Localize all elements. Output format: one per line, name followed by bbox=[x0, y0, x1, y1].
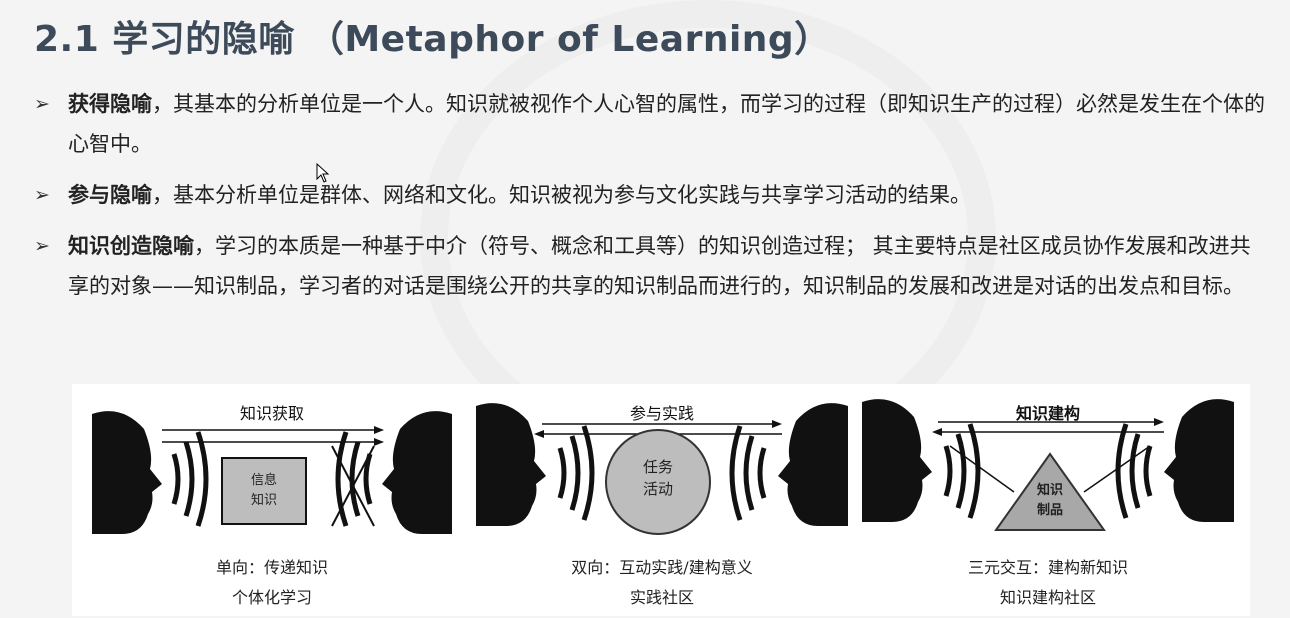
bullet-text: ，其基本的分析单位是一个人。知识就被视作个人心智的属性，而学习的过程（即知识生产… bbox=[68, 92, 1265, 156]
bullet-arrow-icon: ➢ bbox=[34, 184, 50, 206]
panel-knowledge-building: 知识建构 知识 制品 三元交互：建构新知识 知识建构社区 bbox=[858, 384, 1238, 616]
panel-caption-2: 实践社区 bbox=[629, 588, 694, 607]
bullet-knowledge-creation: ➢ 知识创造隐喻，学习的本质是一种基于中介（符号、概念和工具等）的知识创造过程；… bbox=[34, 226, 1268, 306]
panel-participation: 参与实践 任务 活动 双向：互动实践/建构意义 实践社区 bbox=[472, 384, 852, 616]
right-head-icon bbox=[382, 411, 452, 534]
triangle-label-1: 知识 bbox=[1036, 483, 1063, 498]
bullet-arrow-icon: ➢ bbox=[34, 235, 50, 257]
left-head-icon bbox=[92, 411, 162, 534]
panel-caption-2: 个体化学习 bbox=[231, 588, 312, 607]
circle-label-1: 任务 bbox=[642, 458, 673, 476]
panel-caption-1: 三元交互：建构新知识 bbox=[967, 558, 1128, 577]
bullet-acquisition: ➢ 获得隐喻，其基本的分析单位是一个人。知识就被视作个人心智的属性，而学习的过程… bbox=[34, 84, 1268, 164]
panel-caption-1: 单向：传递知识 bbox=[215, 558, 328, 577]
info-knowledge-box bbox=[221, 457, 307, 525]
panel-caption-2: 知识建构社区 bbox=[999, 588, 1096, 607]
bullet-text: ，学习的本质是一种基于中介（符号、概念和工具等）的知识创造过程； 其主要特点是社… bbox=[68, 234, 1251, 298]
box-label-1: 信息 bbox=[250, 473, 277, 488]
triangle-label-2: 制品 bbox=[1036, 503, 1063, 518]
bullet-participation: ➢ 参与隐喻，基本分析单位是群体、网络和文化。知识被视为参与文化实践与共享学习活… bbox=[34, 175, 1268, 215]
panel-top-label: 参与实践 bbox=[629, 404, 694, 423]
bullet-arrow-icon: ➢ bbox=[34, 93, 50, 115]
panel-top-label: 知识建构 bbox=[1015, 404, 1080, 423]
bullet-list: ➢ 获得隐喻，其基本的分析单位是一个人。知识就被视作个人心智的属性，而学习的过程… bbox=[34, 84, 1268, 317]
panel-acquisition: 知识获取 信息 知识 单向：传递知识 个体化学习 bbox=[82, 384, 462, 616]
bullet-text: ，基本分析单位是群体、网络和文化。知识被视为参与文化实践与共享学习活动的结果。 bbox=[152, 183, 971, 207]
panel-caption-1: 双向：互动实践/建构意义 bbox=[571, 558, 753, 577]
bullet-term: 知识创造隐喻 bbox=[68, 234, 194, 258]
bullet-term: 获得隐喻 bbox=[68, 92, 152, 116]
metaphor-figure: 知识获取 信息 知识 单向：传递知识 个体化学习 参与实践 任务 活动 双向：互… bbox=[72, 384, 1250, 616]
mouse-cursor-icon bbox=[316, 163, 330, 183]
bullet-term: 参与隐喻 bbox=[68, 183, 152, 207]
panel-top-label: 知识获取 bbox=[239, 404, 304, 423]
box-label-2: 知识 bbox=[250, 493, 277, 508]
slide-title: 2.1 学习的隐喻 （Metaphor of Learning） bbox=[34, 19, 831, 60]
circle-label-2: 活动 bbox=[642, 480, 673, 498]
